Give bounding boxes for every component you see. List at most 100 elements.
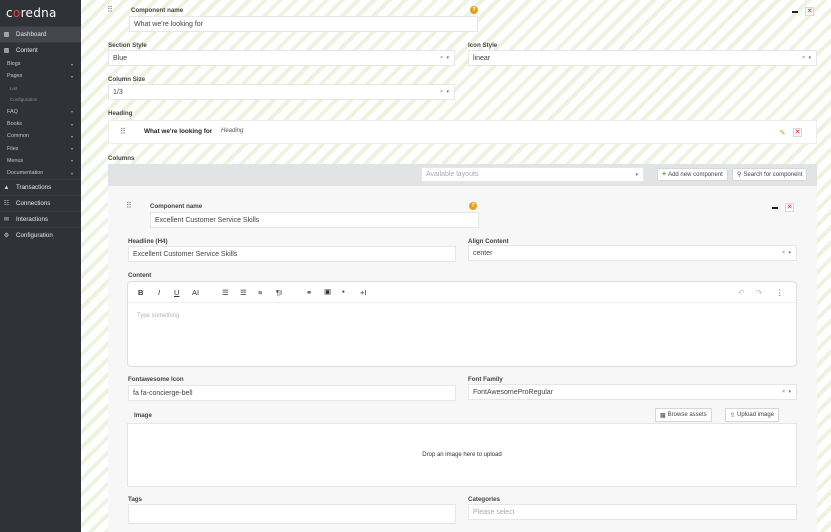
tags-field[interactable] xyxy=(128,504,456,524)
search-for-component-label: Search for component xyxy=(743,171,803,178)
sidebar-item-dashboard[interactable]: ▩ Dashboard xyxy=(0,26,81,42)
drag-handle-icon[interactable]: ⠿ xyxy=(107,5,113,14)
underline-icon[interactable]: U xyxy=(174,288,179,297)
italic-icon[interactable]: I xyxy=(158,288,160,297)
rich-text-editor[interactable]: B I U AI ☰ ☰ ≡ ¶I ⚭ ▣ ▪ +I ↶ ↷ ⋮ Type so… xyxy=(127,281,797,367)
sidebar-item-books[interactable]: Books ▾ xyxy=(0,118,81,130)
sidebar-item-connections[interactable]: ☷ Connections xyxy=(0,195,81,211)
image-dropzone[interactable]: Drop an image here to upload xyxy=(127,423,797,487)
browse-assets-button[interactable]: ▩ Browse assets xyxy=(655,408,712,422)
edit-pencil-icon[interactable]: ✎ xyxy=(778,128,787,137)
sidebar-item-label: Documentation xyxy=(7,170,44,177)
search-icon: ⚲ xyxy=(737,172,742,178)
undo-icon[interactable]: ↶ xyxy=(738,288,744,297)
align-left-icon[interactable]: ☰ xyxy=(222,288,229,297)
sidebar-item-label: Books xyxy=(7,121,22,128)
close-button[interactable]: ✕ xyxy=(805,7,814,16)
inner-component-block: ⠿ Component name ? Excellent Customer Se… xyxy=(108,186,817,532)
close-button[interactable]: ✕ xyxy=(785,203,794,212)
select-controls-icon[interactable]: × ▾ xyxy=(782,389,792,395)
collapse-button[interactable] xyxy=(790,7,799,16)
drag-handle-icon[interactable]: ⠿ xyxy=(120,127,126,136)
component-name-field[interactable]: What we're looking for xyxy=(129,16,478,32)
align-content-select[interactable]: center × ▾ xyxy=(468,245,797,261)
sidebar-item-content[interactable]: ▩ Content xyxy=(0,42,81,58)
list-icon[interactable]: ≡ xyxy=(258,288,262,297)
select-controls-icon[interactable]: × ▾ xyxy=(782,250,792,256)
heading-icon[interactable]: ¶I xyxy=(276,288,282,297)
fontawesome-icon-field[interactable]: fa fa-concierge-bell xyxy=(128,385,456,401)
more-options-icon[interactable]: ⋮ xyxy=(776,288,784,297)
add-new-component-label: Add new component xyxy=(668,171,723,178)
caret-icon: ▾ xyxy=(70,109,73,115)
caret-icon: ▾ xyxy=(70,158,73,164)
sidebar-item-label: Configuration xyxy=(10,97,38,103)
available-layouts-select[interactable]: Available layouts ▾ xyxy=(421,167,644,182)
sidebar-item-transactions[interactable]: ▲ Transactions xyxy=(0,179,81,195)
sidebar-item-menus[interactable]: Menus ▾ xyxy=(0,155,81,167)
content-label: Content xyxy=(128,272,152,279)
select-controls-icon[interactable]: × ▾ xyxy=(440,89,450,95)
sidebar-item-configuration[interactable]: ⚙ Configuration xyxy=(0,227,81,243)
font-family-select[interactable]: FontAwesomeProRegular × ▾ xyxy=(468,384,797,400)
caret-icon: ▾ xyxy=(70,170,73,176)
sidebar-item-label: Configuration xyxy=(16,232,53,240)
icon-style-select[interactable]: linear × ▾ xyxy=(468,50,817,66)
upload-icon: ⇧ xyxy=(730,412,736,419)
sidebar-item-interactions[interactable]: ✉ Interactions xyxy=(0,211,81,227)
indent-icon[interactable]: +I xyxy=(360,288,366,297)
select-controls-icon[interactable]: × ▾ xyxy=(440,55,450,61)
headline-label: Headline (H4) xyxy=(128,238,168,245)
collapse-button[interactable] xyxy=(770,203,779,212)
categories-select[interactable]: Please select xyxy=(468,504,797,520)
caret-icon: ▾ xyxy=(70,73,73,79)
envelope-icon: ✉ xyxy=(3,217,10,224)
image-icon[interactable]: ▣ xyxy=(324,287,331,296)
sidebar-item-common[interactable]: Common ▾ xyxy=(0,130,81,142)
chevron-down-icon: ▾ xyxy=(635,171,639,178)
sidebar-item-label: Interactions xyxy=(16,216,48,224)
add-new-component-button[interactable]: + Add new component xyxy=(657,168,728,181)
sidebar-item-files[interactable]: Files ▾ xyxy=(0,142,81,154)
font-size-icon[interactable]: AI xyxy=(192,288,199,297)
align-center-icon[interactable]: ☰ xyxy=(240,288,247,297)
caret-icon: ▾ xyxy=(70,121,73,127)
sidebar-item-pages-list[interactable]: List xyxy=(0,83,81,95)
component-name-label: Component name xyxy=(131,7,184,14)
categories-label: Categories xyxy=(468,496,500,503)
sidebar-item-label: Connections xyxy=(16,200,51,208)
dropzone-text: Drop an image here to upload xyxy=(422,452,502,458)
headline-field[interactable]: Excellent Customer Service Skills xyxy=(128,246,456,262)
sidebar-item-documentation[interactable]: Documentation ▾ xyxy=(0,167,81,179)
caret-icon: ▾ xyxy=(70,133,73,139)
sidebar-item-faq[interactable]: FAQ ▾ xyxy=(0,106,81,118)
column-size-value: 1/3 xyxy=(113,88,123,96)
sidebar-item-label: Transactions xyxy=(16,184,52,192)
help-icon[interactable]: ? xyxy=(469,202,477,210)
upload-image-button[interactable]: ⇧ Upload image xyxy=(725,408,780,422)
link-icon[interactable]: ⚭ xyxy=(306,288,312,297)
heading-item[interactable]: ⠿ What we're looking for Heading ✎ ✕ xyxy=(108,120,817,144)
align-content-value: center xyxy=(473,249,493,257)
help-icon[interactable]: ? xyxy=(470,6,478,14)
redo-icon[interactable]: ↷ xyxy=(756,288,762,297)
column-size-select[interactable]: 1/3 × ▾ xyxy=(108,84,455,100)
sidebar-item-label: Files xyxy=(7,145,19,152)
sidebar-item-pages[interactable]: Pages ▾ xyxy=(0,70,81,82)
bold-icon[interactable]: B xyxy=(138,288,143,297)
search-for-component-button[interactable]: ⚲ Search for component xyxy=(732,168,808,181)
logo[interactable]: c o redna xyxy=(0,0,81,26)
drag-handle-icon[interactable]: ⠿ xyxy=(126,201,132,210)
section-style-select[interactable]: Blue × ▾ xyxy=(108,50,455,66)
sidebar-item-label: Dashboard xyxy=(16,31,47,38)
sidebar-item-blogs[interactable]: Blogs ▾ xyxy=(0,58,81,70)
fontawesome-icon-label: Fontawesome Icon xyxy=(128,376,184,383)
video-icon[interactable]: ▪ xyxy=(342,287,345,296)
heading-label: Heading xyxy=(108,110,133,117)
plus-icon: + xyxy=(662,171,667,178)
remove-heading-button[interactable]: ✕ xyxy=(793,128,802,137)
upload-image-label: Upload image xyxy=(737,412,775,418)
inner-component-name-field[interactable]: Excellent Customer Service Skills xyxy=(150,212,479,228)
sidebar-item-pages-configuration[interactable]: Configuration xyxy=(0,94,81,106)
select-controls-icon[interactable]: × ▾ xyxy=(802,55,812,61)
